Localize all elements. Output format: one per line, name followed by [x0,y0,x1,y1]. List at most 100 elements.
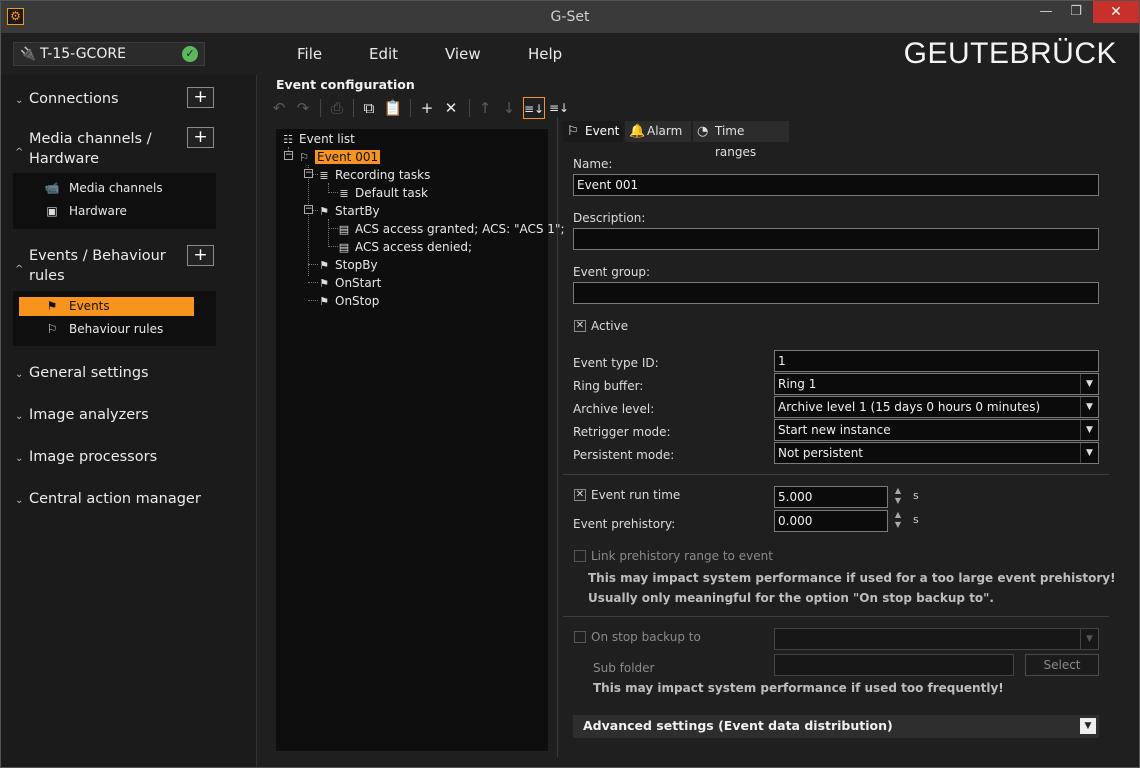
archive-level-select[interactable]: Archive level 1 (15 days 0 hours 0 minut… [774,396,1099,418]
ring-buffer-select[interactable]: Ring 1 ▼ [774,373,1099,395]
on-stop-backup-checkbox[interactable] [574,631,586,643]
event-run-time-input[interactable]: 5.000 [774,486,888,508]
tree-node-onstart[interactable]: ⚑ OnStart [316,275,381,291]
collapse-toggle[interactable]: − [304,169,313,178]
description-input[interactable] [573,228,1099,250]
copy-icon[interactable]: ⧉ [358,97,380,119]
tree-node-recording-tasks[interactable]: ≣ Recording tasks [316,167,430,183]
chevron-down-icon: ⌄ [15,453,24,464]
flag-icon: ⚑ [319,259,329,272]
delete-icon[interactable]: ✕ [440,97,462,119]
link-prehistory-checkbox[interactable] [574,550,586,562]
sidebar-item-behaviour-rules[interactable]: ⚐ Behaviour rules [19,320,194,339]
tree-node-startby[interactable]: ⚑ StartBy [316,203,380,219]
tree-node-stopby[interactable]: ⚑ StopBy [316,257,378,273]
event-group-label: Event group: [573,265,651,279]
sidebar-connections-label: Connections [29,91,119,107]
sidebar-general-settings[interactable]: ⌄ General settings [15,363,149,385]
print-icon[interactable]: ⎙ [326,97,348,119]
tree-node-default-task[interactable]: ≣ Default task [336,185,428,201]
sidebar-image-analyzers[interactable]: ⌄ Image analyzers [15,405,149,427]
spin-down-icon[interactable]: ▼ [892,520,904,530]
tree-toolbar: ↶ ↷ ⎙ ⧉ 📋 + ✕ ↑ ↓ ≡↓ ≡↓ [266,95,576,121]
on-stop-backup-select[interactable]: ▼ [774,628,1099,650]
flag-icon: ⚑ [319,277,329,290]
card-reader-icon: ▤ [338,223,350,236]
name-input[interactable]: Event 001 [573,174,1099,196]
new-item-icon[interactable]: + [416,97,438,119]
dropdown-arrow-icon: ▼ [1080,420,1098,440]
menu-file[interactable]: File [297,45,322,63]
prehistory-warning-2: Usually only meaningful for the option "… [588,591,994,605]
tab-time-ranges[interactable]: ◔ Time ranges [693,121,789,159]
tree-node-onstop[interactable]: ⚑ OnStop [316,293,379,309]
paste-icon[interactable]: 📋 [382,97,404,119]
minimize-button[interactable]: — [1029,1,1063,23]
close-button[interactable]: ✕ [1093,1,1139,23]
add-event-button[interactable]: + [187,245,214,266]
persistent-mode-select[interactable]: Not persistent ▼ [774,442,1099,464]
add-connection-button[interactable]: + [187,87,214,108]
menu-view[interactable]: View [445,45,481,63]
database-icon: ≣ [319,169,329,182]
sidebar-item-events[interactable]: ⚑ Events [19,297,194,316]
spin-up-icon[interactable]: ▲ [892,510,904,520]
event-run-time-unit: s [913,489,919,502]
sort-icon[interactable]: ≡↓ [523,97,545,119]
onstop-label: OnStop [335,294,380,308]
recording-tasks-label: Recording tasks [335,168,431,182]
main-window: ⚙ G-Set — ❐ ✕ 🔌 T-15-GCORE ✓ File Edit V… [0,0,1140,768]
general-settings-label: General settings [29,365,149,381]
backup-warning: This may impact system performance if us… [593,681,1004,695]
pane-splitter[interactable] [557,117,558,757]
central-action-manager-label: Central action manager [29,491,201,507]
flag-icon: ⚑ [319,295,329,308]
image-processors-label: Image processors [29,449,158,465]
onstart-label: OnStart [335,276,382,290]
advanced-settings-header[interactable]: Advanced settings (Event data distributi… [573,715,1099,738]
move-up-icon[interactable]: ↑ [474,97,496,119]
tree-line [308,165,309,276]
spin-down-icon[interactable]: ▼ [892,496,904,506]
event-group-input[interactable] [573,282,1099,304]
connection-selector[interactable]: 🔌 T-15-GCORE ✓ [13,42,205,66]
dropdown-arrow-icon: ▼ [1080,629,1098,649]
sidebar-connections[interactable]: ⌄ Connections [15,89,119,111]
event-run-time-spinner[interactable]: ▲ ▼ [892,486,904,508]
event-type-id-input[interactable]: 1 [774,350,1099,372]
event-prehistory-spinner[interactable]: ▲ ▼ [892,510,904,532]
expand-icon[interactable]: ▼ [1080,718,1096,734]
event-run-time-checkbox[interactable]: ✕ [574,489,586,501]
retrigger-mode-select[interactable]: Start new instance ▼ [774,419,1099,441]
tree-node-event-list[interactable]: ☷ Event list [280,131,355,147]
tree-node-acs-denied[interactable]: ▤ ACS access denied; [336,239,472,255]
redo-icon[interactable]: ↷ [292,97,314,119]
sidebar-item-media-channels[interactable]: 📹 Media channels [19,179,194,198]
maximize-button[interactable]: ❐ [1063,1,1089,23]
section-divider [563,474,1109,475]
tab-alarm[interactable]: 🔔 Alarm [625,121,691,142]
active-checkbox[interactable]: ✕ [574,320,586,332]
clock-icon: ◔ [697,124,709,139]
event-prehistory-input[interactable]: 0.000 [774,510,888,532]
sub-folder-input[interactable] [774,654,1014,676]
menu-edit[interactable]: Edit [369,45,398,63]
sidebar-image-processors[interactable]: ⌄ Image processors [15,447,157,469]
collapse-toggle[interactable]: − [284,151,293,160]
select-folder-button[interactable]: Select [1025,654,1099,676]
tree-node-acs-granted[interactable]: ▤ ACS access granted; ACS: "ACS 1"; [336,221,565,237]
tree-node-event-001[interactable]: ⚐ Event 001 [296,149,381,165]
event-list-label: Event list [299,132,355,146]
sidebar-central-action-manager[interactable]: ⌄ Central action manager [15,489,201,511]
chevron-up-icon: ^ [15,147,24,158]
sidebar-item-hardware[interactable]: ▣ Hardware [19,202,194,221]
sort-alt-icon[interactable]: ≡↓ [548,97,570,119]
menu-help[interactable]: Help [528,45,562,63]
undo-icon[interactable]: ↶ [268,97,290,119]
tab-event-label: Event [585,124,620,138]
tab-event[interactable]: ⚐ Event [563,121,623,142]
spin-up-icon[interactable]: ▲ [892,486,904,496]
move-down-icon[interactable]: ↓ [498,97,520,119]
collapse-toggle[interactable]: − [304,205,313,214]
add-media-button[interactable]: + [187,127,214,148]
